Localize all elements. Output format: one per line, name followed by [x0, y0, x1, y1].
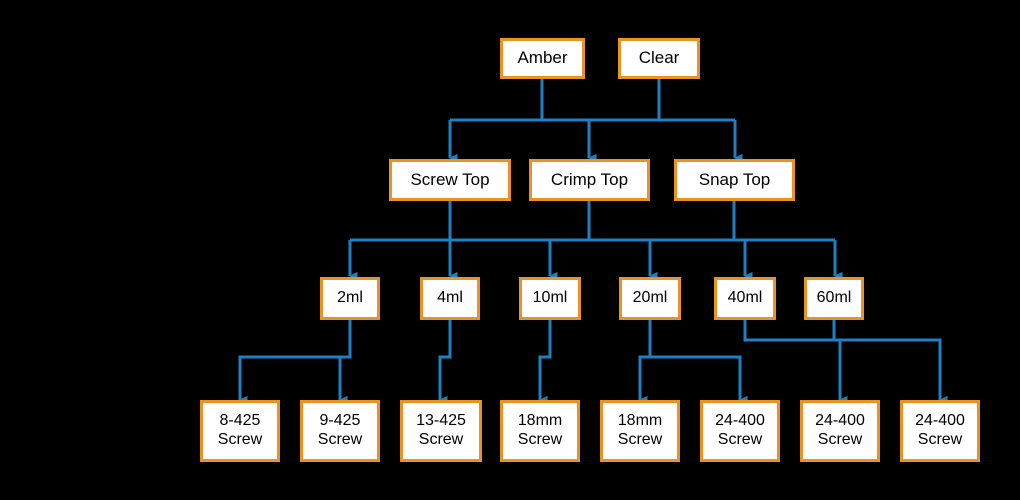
node-cap-8-425[interactable]: 8-425 Screw — [200, 400, 280, 462]
node-label-vol-60ml: 60ml — [816, 289, 852, 307]
node-cap-18mm-a[interactable]: 18mm Screw — [500, 400, 580, 462]
node-label-cap-13-425: 13-425 Screw — [416, 412, 466, 448]
flowchart-canvas: Amber Clear Screw Top Crimp Top Snap Top 2ml 4… — [0, 0, 1020, 500]
edge-2ml-to-8-425 — [238, 320, 352, 405]
node-cap-18mm-b[interactable]: 18mm Screw — [600, 400, 680, 462]
edge-40ml-to-24-400-b — [743, 320, 848, 405]
node-label-vol-2ml: 2ml — [337, 289, 363, 307]
edge-60ml-to-24-400-c — [832, 320, 948, 405]
node-label-vol-4ml: 4ml — [437, 289, 463, 307]
node-crimp-top[interactable]: Crimp Top — [529, 159, 650, 201]
node-cap-9-425[interactable]: 9-425 Screw — [300, 400, 380, 462]
node-label-cap-24-400-b: 24-400 Screw — [815, 412, 865, 448]
node-snap-top[interactable]: Snap Top — [674, 159, 795, 201]
node-vol-20ml[interactable]: 20ml — [619, 277, 681, 320]
node-vol-2ml[interactable]: 2ml — [320, 277, 380, 320]
edge-20ml-to-24-400-a — [648, 320, 748, 405]
node-amber[interactable]: Amber — [500, 38, 585, 79]
node-vol-60ml[interactable]: 60ml — [804, 277, 864, 320]
node-vol-40ml[interactable]: 40ml — [714, 277, 776, 320]
node-label-cap-8-425: 8-425 Screw — [217, 412, 263, 448]
node-cap-24-400-c[interactable]: 24-400 Screw — [900, 400, 980, 462]
node-label-cap-9-425: 9-425 Screw — [317, 412, 363, 448]
edge-2ml-to-9-425 — [338, 320, 352, 405]
edge-paths — [238, 79, 948, 405]
node-vol-10ml[interactable]: 10ml — [519, 277, 581, 320]
node-label-cap-24-400-c: 24-400 Screw — [915, 412, 965, 448]
node-cap-24-400-a[interactable]: 24-400 Screw — [700, 400, 780, 462]
node-vol-4ml[interactable]: 4ml — [420, 277, 480, 320]
node-label-amber: Amber — [517, 48, 568, 68]
node-clear[interactable]: Clear — [618, 38, 700, 79]
node-label-vol-10ml: 10ml — [532, 289, 568, 307]
node-label-cap-24-400-a: 24-400 Screw — [715, 412, 765, 448]
node-label-screw-top: Screw Top — [410, 169, 490, 189]
node-label-snap-top: Snap Top — [698, 169, 771, 189]
node-label-clear: Clear — [638, 48, 680, 68]
node-cap-24-400-b[interactable]: 24-400 Screw — [800, 400, 880, 462]
node-label-vol-20ml: 20ml — [632, 289, 668, 307]
node-label-cap-18mm-b: 18mm Screw — [617, 412, 663, 448]
node-label-cap-18mm-a: 18mm Screw — [517, 412, 563, 448]
edge-4ml-to-13-425 — [438, 320, 452, 405]
node-label-crimp-top: Crimp Top — [550, 169, 629, 189]
node-label-vol-40ml: 40ml — [727, 289, 763, 307]
node-cap-13-425[interactable]: 13-425 Screw — [400, 400, 482, 462]
edge-10ml-to-18mm-a — [538, 320, 552, 405]
node-screw-top[interactable]: Screw Top — [389, 159, 511, 201]
